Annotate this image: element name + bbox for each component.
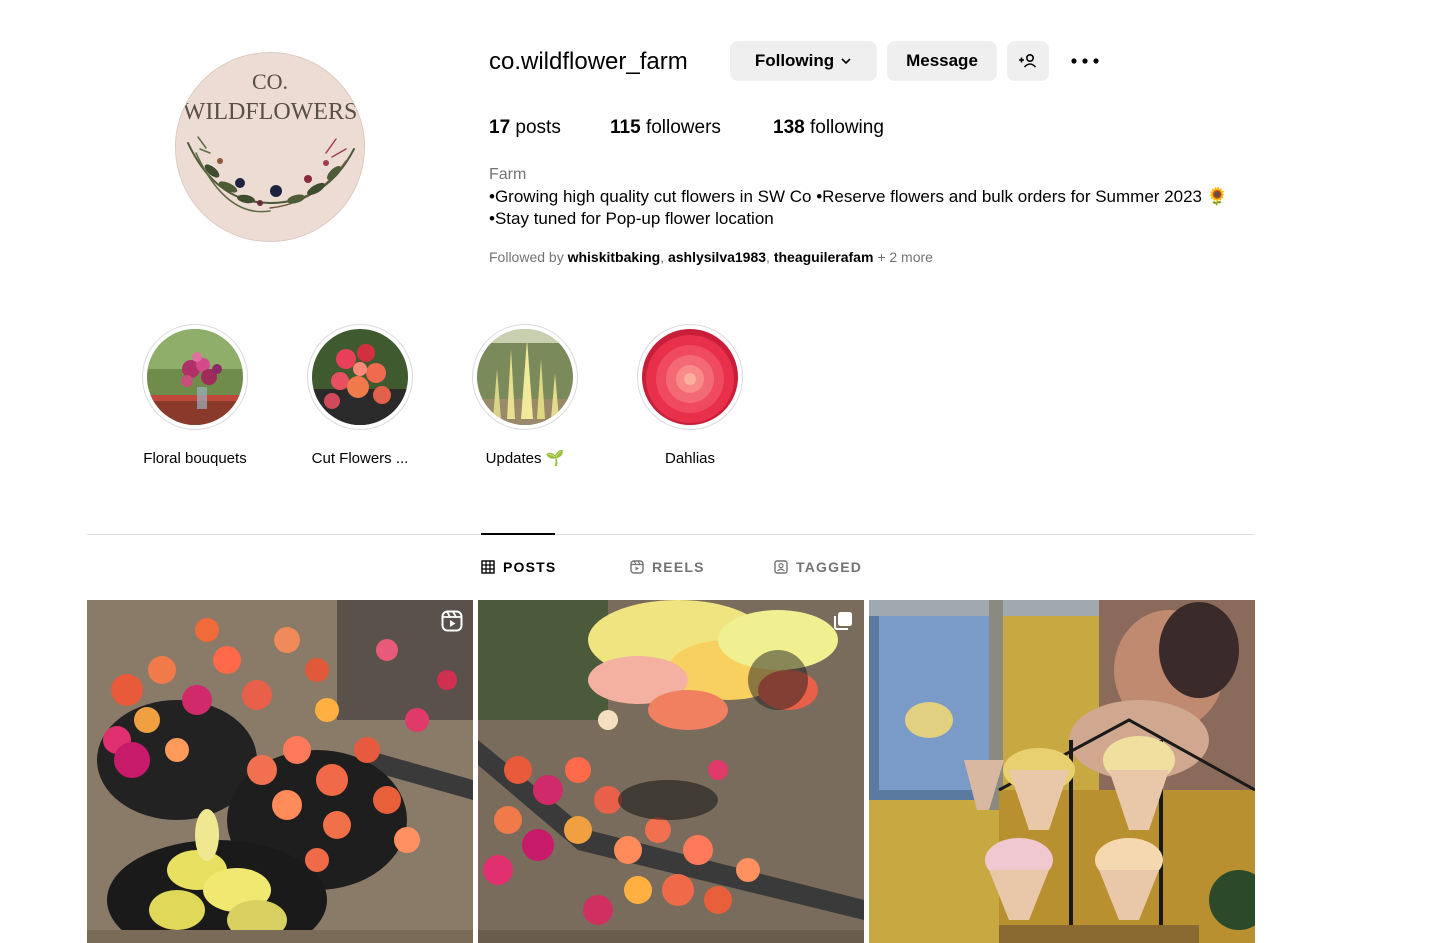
highlight-cover (477, 329, 573, 425)
followers-stat[interactable]: 115 followers (610, 116, 721, 140)
tab-posts[interactable]: POSTS (481, 558, 556, 576)
highlight-label: Cut Flowers ... (311, 450, 409, 467)
following-count: 138 (773, 117, 805, 138)
post-image (87, 600, 473, 943)
more-options-button[interactable] (1064, 44, 1106, 78)
posts-stat: 17 posts (489, 116, 561, 140)
highlight-cover (642, 329, 738, 425)
followers-count: 115 (610, 117, 641, 138)
reel-icon (441, 610, 463, 632)
follower-link[interactable]: theaguilerafam (774, 249, 874, 265)
suggest-users-button[interactable] (1007, 41, 1049, 81)
highlight-updates[interactable]: Updates 🌱 (455, 324, 595, 469)
highlight-label: Floral bouquets (143, 450, 247, 467)
highlight-ring (142, 324, 248, 430)
posts-count: 17 (489, 117, 511, 138)
highlight-label: Updates 🌱 (485, 450, 565, 467)
message-button-label: Message (906, 51, 978, 70)
followed-by: Followed by whiskitbaking, ashlysilva198… (489, 249, 933, 265)
followed-by-more[interactable]: + 2 more (877, 249, 933, 265)
post-image (869, 600, 1255, 943)
highlight-ring (472, 324, 578, 430)
avatar-text-line1: CO. (252, 69, 288, 94)
reels-icon (630, 560, 644, 574)
post-tile[interactable] (478, 600, 864, 943)
following-stat[interactable]: 138 following (773, 116, 884, 140)
highlight-cover (147, 329, 243, 425)
tabs-divider (87, 534, 1255, 535)
tab-reels[interactable]: REELS (630, 558, 705, 576)
highlight-cover (312, 329, 408, 425)
tab-label: REELS (652, 559, 705, 575)
tagged-icon (774, 560, 788, 574)
highlight-floral-bouquets[interactable]: Floral bouquets (125, 324, 265, 469)
posts-label: posts (515, 117, 561, 138)
follower-link[interactable]: whiskitbaking (568, 249, 661, 265)
chevron-down-icon (841, 58, 851, 65)
grid-icon (481, 560, 495, 574)
following-label: following (809, 117, 884, 138)
message-button[interactable]: Message (887, 41, 997, 81)
tab-label: TAGGED (796, 559, 863, 575)
followers-label: followers (645, 117, 721, 138)
bio-line: •Growing high quality cut flowers in SW … (489, 187, 1228, 206)
profile-username: co.wildflower_farm (489, 48, 688, 75)
tab-label: POSTS (503, 559, 557, 575)
post-tile[interactable] (869, 600, 1255, 943)
highlight-label: Dahlias (664, 450, 716, 467)
highlight-ring (637, 324, 743, 430)
add-user-icon (1019, 53, 1037, 68)
active-tab-indicator (481, 533, 555, 535)
followed-by-prefix: Followed by (489, 249, 564, 265)
post-tile[interactable] (87, 600, 473, 943)
following-button[interactable]: Following (730, 41, 877, 81)
highlight-ring (307, 324, 413, 430)
profile-category: Farm (489, 166, 527, 183)
post-image (478, 600, 864, 943)
highlight-dahlias[interactable]: Dahlias (620, 324, 760, 469)
bio-line: •Stay tuned for Pop-up flower location (489, 209, 774, 228)
profile-avatar[interactable]: CO. WILDFLOWERS (175, 52, 365, 242)
following-button-label: Following (754, 51, 835, 70)
more-options-icon (1071, 58, 1099, 64)
follower-link[interactable]: ashlysilva1983 (668, 249, 766, 265)
tab-tagged[interactable]: TAGGED (774, 558, 862, 576)
carousel-icon (834, 612, 852, 630)
highlight-cut-flowers[interactable]: Cut Flowers ... (290, 324, 430, 469)
avatar-text-line2: WILDFLOWERS (183, 99, 358, 125)
